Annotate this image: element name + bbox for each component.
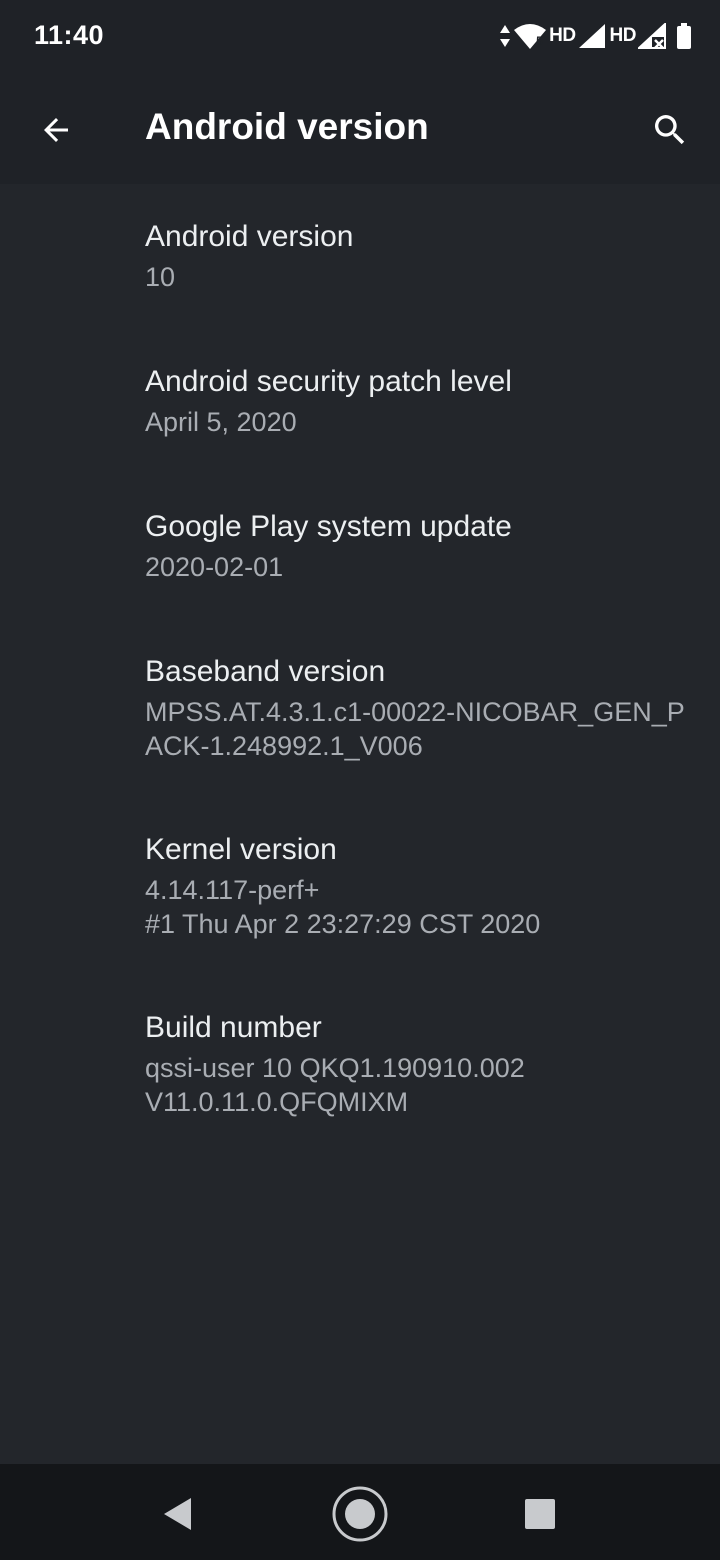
pref-android-version[interactable]: Android version 10: [0, 220, 720, 330]
status-bar: 11:40 5 HD HD: [0, 0, 720, 72]
data-arrows-icon: [499, 23, 511, 49]
pref-title: Google Play system update: [145, 510, 512, 543]
pref-security-patch-level[interactable]: Android security patch level April 5, 20…: [0, 365, 720, 475]
pref-summary: 4.14.117-perf+ #1 Thu Apr 2 23:27:29 CST…: [145, 875, 541, 939]
nav-home-button[interactable]: [328, 1482, 392, 1546]
pref-summary: MPSS.AT.4.3.1.c1-00022-NICOBAR_GEN_P ACK…: [145, 697, 685, 761]
wifi-band-label: 5: [536, 34, 543, 48]
arrow-back-icon: [44, 118, 68, 142]
hd-label-1: HD: [549, 25, 576, 46]
page-title: Android version: [145, 106, 429, 147]
back-button[interactable]: [30, 104, 82, 156]
pref-title: Android version: [145, 220, 354, 253]
pref-summary: 10: [145, 262, 176, 292]
nav-back-button[interactable]: [146, 1482, 210, 1546]
status-time: 11:40: [34, 20, 105, 50]
pref-kernel-version[interactable]: Kernel version 4.14.117-perf+ #1 Thu Apr…: [0, 833, 720, 973]
pref-build-number[interactable]: Build number qssi-user 10 QKQ1.190910.00…: [0, 1011, 720, 1151]
battery-icon: [676, 22, 692, 50]
hd-label-2: HD: [609, 25, 637, 46]
app-bar: Android version: [0, 72, 720, 184]
pref-title: Android security patch level: [145, 365, 512, 398]
nav-recents-icon: [525, 1499, 555, 1529]
signal-no-service-icon: [638, 23, 666, 49]
pref-summary: 2020-02-01: [145, 552, 284, 582]
navigation-bar: [0, 1464, 720, 1560]
nav-back-icon: [164, 1498, 191, 1530]
pref-summary: qssi-user 10 QKQ1.190910.002 V11.0.11.0.…: [145, 1053, 525, 1117]
nav-recents-button[interactable]: [508, 1482, 572, 1546]
pref-google-play-system-update[interactable]: Google Play system update 2020-02-01: [0, 510, 720, 620]
pref-baseband-version[interactable]: Baseband version MPSS.AT.4.3.1.c1-00022-…: [0, 655, 720, 795]
pref-title: Build number: [145, 1011, 322, 1044]
search-button[interactable]: [642, 102, 698, 158]
pref-title: Baseband version: [145, 655, 386, 688]
screen: 11:40 5 HD HD Android version Android ve…: [0, 0, 720, 1560]
wifi-icon: 5: [513, 22, 547, 50]
status-icons: 5 HD HD: [499, 20, 692, 52]
pref-title: Kernel version: [145, 833, 337, 866]
pref-summary: April 5, 2020: [145, 407, 297, 437]
search-icon: [655, 115, 685, 145]
nav-home-icon: [332, 1486, 388, 1542]
signal-icon: [578, 23, 606, 49]
